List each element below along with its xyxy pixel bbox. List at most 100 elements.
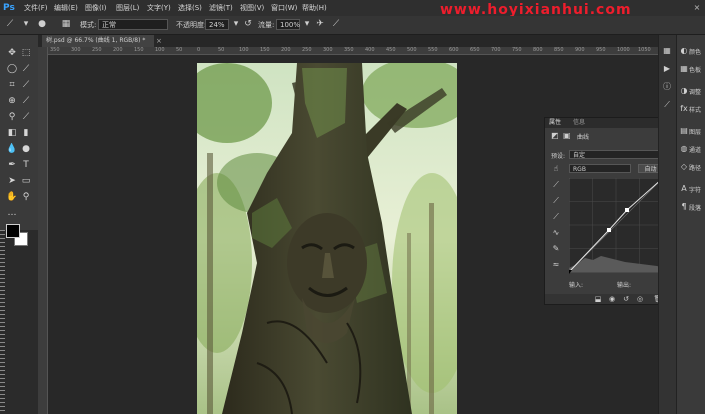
on-image-adjust-icon[interactable]: ☝ xyxy=(551,164,561,174)
ruler-tick: 350 xyxy=(344,47,354,53)
menu-type[interactable]: 文字(Y) xyxy=(147,3,171,13)
ruler-tick: 900 xyxy=(575,47,585,53)
hand-tool-icon[interactable]: ✋ xyxy=(6,191,18,203)
brush-panel-icon[interactable]: ▦ xyxy=(60,19,72,30)
set-white-point-icon[interactable]: ⟋ xyxy=(551,212,561,222)
menu-view[interactable]: 视图(V) xyxy=(240,3,264,13)
dock-label-channels[interactable]: 通道 xyxy=(689,145,701,154)
pressure-opacity-icon[interactable]: ↺ xyxy=(242,19,254,30)
dock-label-character[interactable]: 字符 xyxy=(689,185,701,194)
dock-label-paths[interactable]: 路径 xyxy=(689,163,701,172)
set-gray-point-icon[interactable]: ⟋ xyxy=(551,196,561,206)
gradient-tool-icon[interactable]: ▮ xyxy=(20,127,32,139)
reset-icon[interactable]: ↺ xyxy=(621,294,631,304)
move-tool-icon[interactable]: ✥ xyxy=(6,47,18,59)
ruler-tick: 550 xyxy=(428,47,438,53)
flow-label: 流量: xyxy=(258,21,275,29)
document-tab-bar: 树.psd @ 66.7% (曲线 1, RGB/8) * × xyxy=(38,35,658,47)
zoom-tool-icon[interactable]: ⚲ xyxy=(20,191,32,203)
curves-adjustment-icon: ◩ xyxy=(551,131,559,140)
dodge-tool-icon[interactable]: ● xyxy=(20,143,32,155)
curve-point[interactable] xyxy=(625,208,629,212)
watermark-text: www.hoyixianhui.com xyxy=(440,2,632,18)
blur-tool-icon[interactable]: 💧 xyxy=(6,143,18,155)
menu-help[interactable]: 帮助(H) xyxy=(302,3,327,13)
draw-curve-icon[interactable]: ✎ xyxy=(551,244,561,254)
path-select-tool-icon[interactable]: ➤ xyxy=(6,175,18,187)
shape-tool-icon[interactable]: ▭ xyxy=(20,175,32,187)
ruler-tick: 1000 xyxy=(617,47,630,53)
menu-edit[interactable]: 编辑(E) xyxy=(54,3,78,13)
view-previous-icon[interactable]: ◉ xyxy=(607,294,617,304)
clip-to-layer-icon[interactable]: ⬓ xyxy=(593,294,603,304)
close-window-icon[interactable]: × xyxy=(692,3,702,13)
dock-label-adjustments[interactable]: 调整 xyxy=(689,87,701,96)
opacity-field[interactable]: 24% xyxy=(205,19,229,30)
curve-point[interactable] xyxy=(607,228,611,232)
eraser-tool-icon[interactable]: ◧ xyxy=(6,127,18,139)
edit-points-icon[interactable]: ∿ xyxy=(551,228,561,238)
visibility-icon[interactable]: ◎ xyxy=(635,294,645,304)
airbrush-icon[interactable]: ✈ xyxy=(314,19,326,30)
close-tab-icon[interactable]: × xyxy=(156,35,162,47)
quick-select-tool-icon[interactable]: ⟋ xyxy=(20,63,32,75)
history-brush-tool-icon[interactable]: ⟋ xyxy=(20,111,32,123)
vertical-ruler xyxy=(38,47,48,414)
info-icon[interactable]: ⓘ xyxy=(661,81,673,93)
preset-dropdown[interactable]: 自定 xyxy=(569,150,663,159)
smooth-curve-icon[interactable]: ≈ xyxy=(551,260,561,270)
preset-label: 预设: xyxy=(551,153,566,160)
brush-tool-icon[interactable]: ⟋ xyxy=(20,95,32,107)
ruler-tick: 600 xyxy=(449,47,459,53)
crop-tool-icon[interactable]: ⌗ xyxy=(6,79,18,91)
menu-filter[interactable]: 滤镜(T) xyxy=(209,3,233,13)
brush-size-icon[interactable]: ● xyxy=(36,19,48,30)
tab-properties[interactable]: 属性 xyxy=(549,119,561,127)
document-tab[interactable]: 树.psd @ 66.7% (曲线 1, RGB/8) * xyxy=(42,35,154,47)
pen-tool-icon[interactable]: ✒ xyxy=(6,159,18,171)
menu-layer[interactable]: 图层(L) xyxy=(116,3,139,13)
menu-window[interactable]: 窗口(W) xyxy=(271,3,297,13)
history-icon[interactable]: ▦ xyxy=(661,45,673,57)
dock-label-styles[interactable]: 样式 xyxy=(689,105,701,114)
horizontal-ruler: 350 300 250 200 150 100 50 0 50 100 150 … xyxy=(48,47,658,55)
brush-preset-icon[interactable]: ▾ xyxy=(20,19,32,30)
channel-dropdown[interactable]: RGB xyxy=(569,164,631,173)
ruler-tick: 150 xyxy=(134,47,144,53)
marquee-tool-icon[interactable]: ⬚ xyxy=(20,47,32,59)
clone-stamp-tool-icon[interactable]: ⚲ xyxy=(6,111,18,123)
menu-image[interactable]: 图像(I) xyxy=(85,3,107,13)
ruler-tick: 950 xyxy=(596,47,606,53)
menu-select[interactable]: 选择(S) xyxy=(178,3,202,13)
ruler-tick: 750 xyxy=(512,47,522,53)
curves-graph[interactable] xyxy=(569,178,663,274)
opacity-label: 不透明度: xyxy=(176,21,207,29)
type-tool-icon[interactable]: T xyxy=(20,159,32,171)
more-tools-icon[interactable]: … xyxy=(6,207,18,219)
dock-label-swatches[interactable]: 色板 xyxy=(689,65,701,74)
ruler-tick: 100 xyxy=(239,47,249,53)
tab-info[interactable]: 信息 xyxy=(573,119,585,127)
flow-dropdown-icon[interactable]: ▾ xyxy=(301,19,313,30)
menu-file[interactable]: 文件(F) xyxy=(24,3,48,13)
ruler-tick: 300 xyxy=(323,47,333,53)
actions-icon[interactable]: ▶ xyxy=(661,63,673,75)
lasso-tool-icon[interactable]: ◯ xyxy=(6,63,18,75)
ruler-tick: 300 xyxy=(71,47,81,53)
brush-tool-icon[interactable]: ⟋ xyxy=(4,19,16,30)
ruler-tick: 50 xyxy=(218,47,225,53)
dock-label-paragraph[interactable]: 段落 xyxy=(689,203,701,212)
eyedropper-tool-icon[interactable]: ⟋ xyxy=(20,79,32,91)
mode-dropdown[interactable]: 正常 xyxy=(98,19,168,30)
dock-label-layers[interactable]: 图层 xyxy=(689,127,701,136)
set-black-point-icon[interactable]: ⟋ xyxy=(551,180,561,190)
ruler-tick: 250 xyxy=(92,47,102,53)
dock-label-color[interactable]: 颜色 xyxy=(689,47,701,56)
foreground-color-swatch[interactable] xyxy=(6,224,20,238)
opacity-dropdown-icon[interactable]: ▾ xyxy=(230,19,242,30)
brush-presets-icon[interactable]: ⟋ xyxy=(661,99,673,111)
healing-tool-icon[interactable]: ⊕ xyxy=(6,95,18,107)
pressure-size-icon[interactable]: ⟋ xyxy=(330,19,342,30)
panel-header: 属性 信息 ≡ xyxy=(545,118,676,128)
flow-field[interactable]: 100% xyxy=(276,19,300,30)
